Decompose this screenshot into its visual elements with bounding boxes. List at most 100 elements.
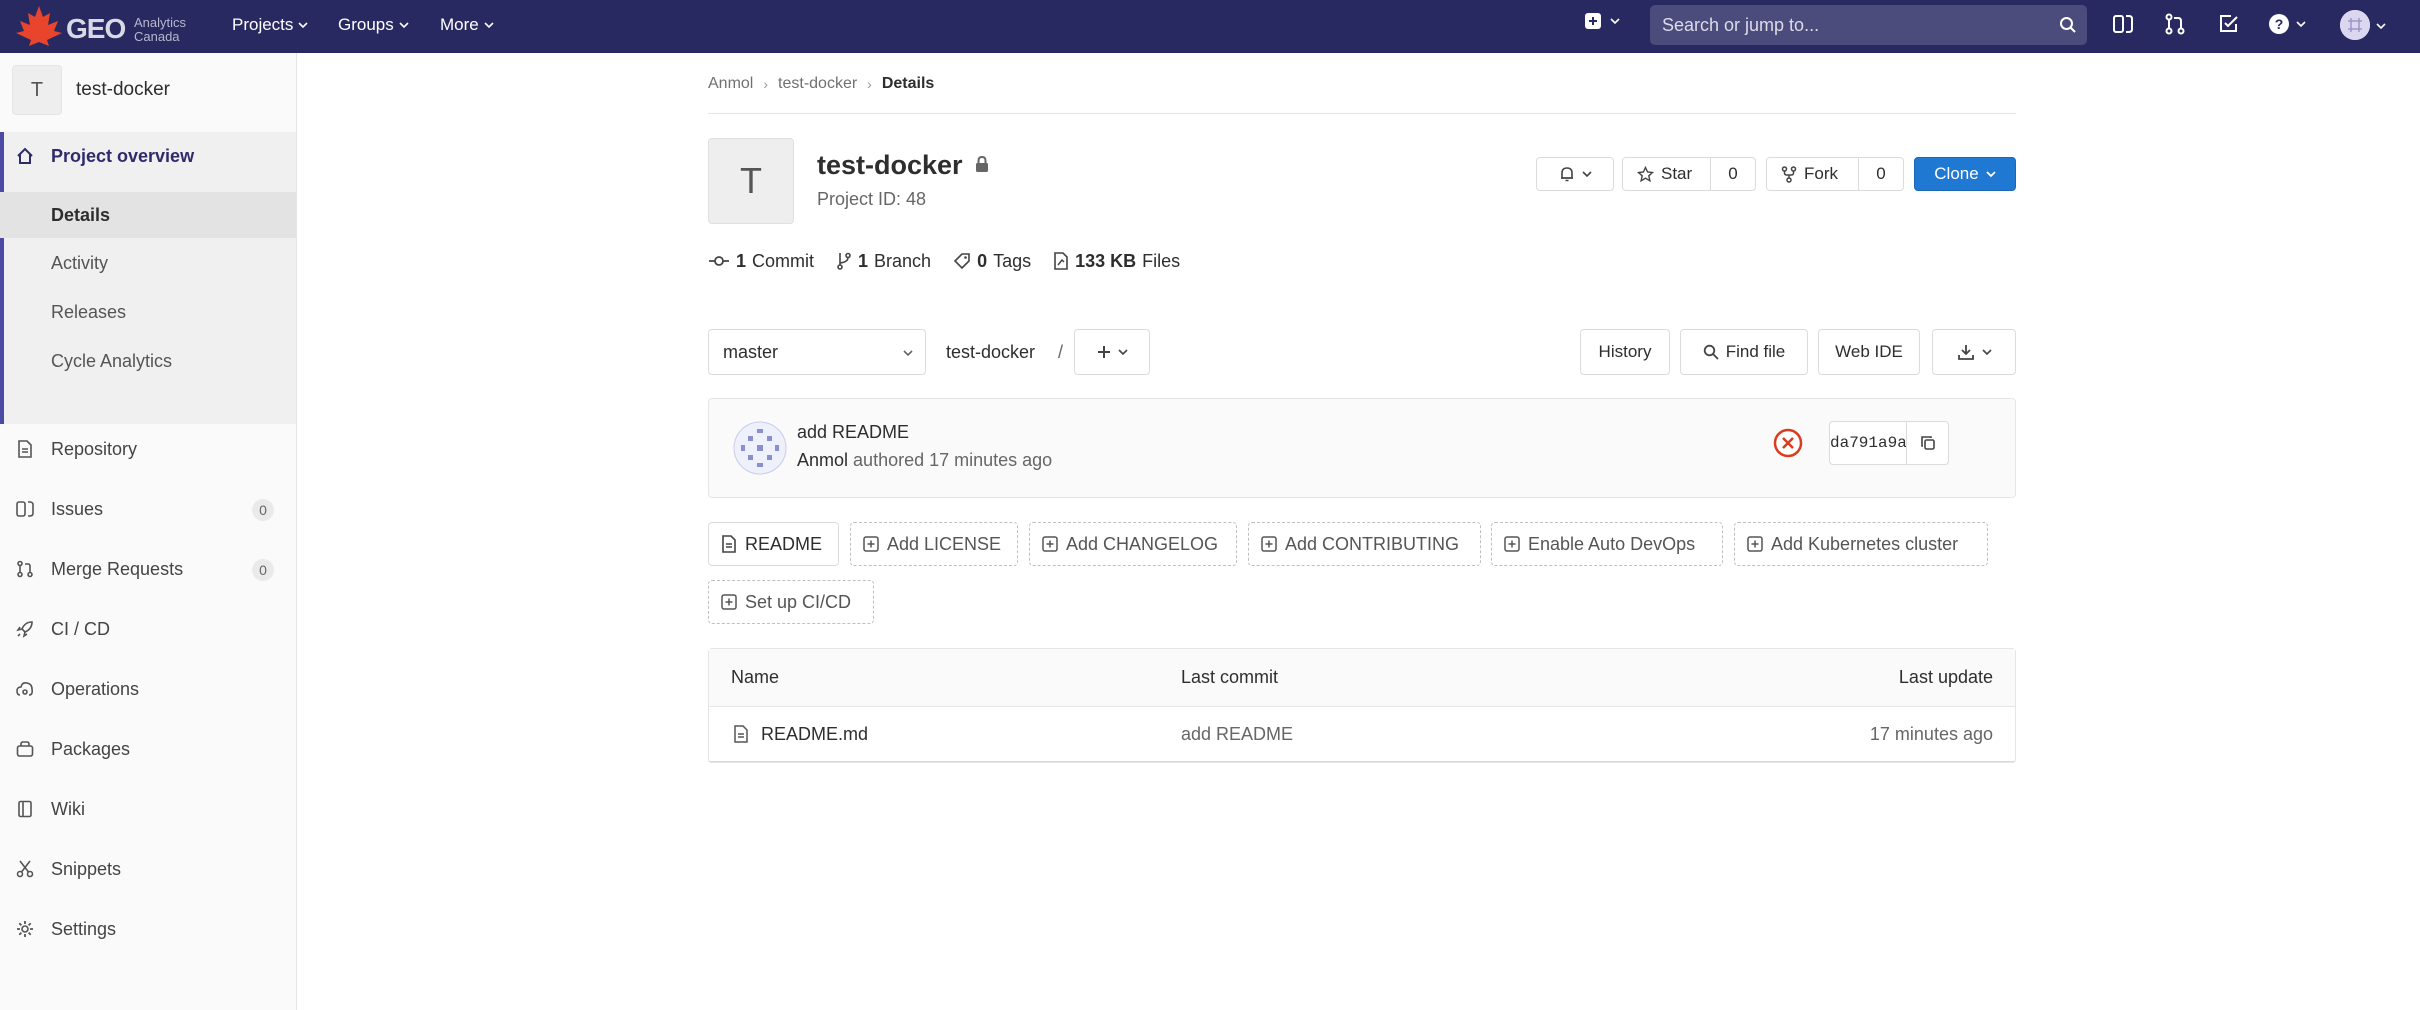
nav-groups-dropdown[interactable]: Groups	[338, 13, 409, 37]
readme-button[interactable]: README	[708, 522, 839, 566]
enable-auto-devops-label: Enable Auto DevOps	[1528, 533, 1696, 554]
issues-icon[interactable]	[2112, 13, 2134, 35]
chevron-down-icon	[2296, 21, 2306, 28]
history-button[interactable]: History	[1580, 329, 1670, 375]
plus-square-icon	[863, 536, 879, 552]
sidebar-item-wiki[interactable]: Wiki	[0, 789, 296, 829]
nav-groups-label: Groups	[338, 15, 394, 34]
project-id: Project ID: 48	[817, 189, 927, 209]
sidebar-subitem-activity[interactable]: Activity	[0, 240, 296, 286]
star-button[interactable]: Star 0	[1622, 157, 1756, 191]
web-ide-button[interactable]: Web IDE	[1818, 329, 1920, 375]
fork-count[interactable]: 0	[1858, 158, 1903, 190]
sidebar-item-operations[interactable]: Operations	[0, 669, 296, 709]
enable-auto-devops-button[interactable]: Enable Auto DevOps	[1491, 522, 1723, 566]
copy-sha-button[interactable]	[1906, 422, 1949, 464]
files-stat-link[interactable]: 133 KB Files	[1053, 251, 1180, 272]
table-row[interactable]: README.md add README 17 minutes ago	[709, 707, 2015, 762]
sidebar-item-label: Packages	[51, 738, 131, 759]
notification-settings-button[interactable]	[1536, 157, 1614, 191]
sidebar-item-repository[interactable]: Repository	[0, 429, 296, 469]
plus-square-icon	[1261, 536, 1277, 552]
branches-stat-link[interactable]: 1 Branch	[836, 251, 931, 272]
fork-button[interactable]: Fork 0	[1766, 157, 1904, 191]
sidebar-item-packages[interactable]: Packages	[0, 729, 296, 769]
maple-leaf-icon	[16, 6, 62, 46]
nav-projects-dropdown[interactable]: Projects	[232, 13, 308, 37]
commit-author-link[interactable]: Anmol	[797, 450, 848, 470]
commits-stat-link[interactable]: 1 Commit	[708, 251, 814, 272]
commit-title-link[interactable]: add README	[797, 422, 909, 443]
chevron-down-icon	[484, 22, 494, 29]
branch-icon	[837, 252, 851, 270]
sidebar-subitem-cycle-analytics[interactable]: Cycle Analytics	[0, 338, 296, 384]
sidebar-subitem-details[interactable]: Details	[0, 192, 296, 238]
sidebar-project-name: test-docker	[76, 79, 170, 100]
commit-sha-link[interactable]: da791a9a	[1830, 422, 1907, 464]
sidebar-subitem-label: Activity	[51, 253, 109, 273]
sidebar-item-merge-requests[interactable]: Merge Requests 0	[0, 549, 296, 589]
fork-icon	[1781, 165, 1797, 183]
nav-more-dropdown[interactable]: More	[440, 13, 494, 37]
branch-dropdown[interactable]: master	[708, 329, 926, 375]
user-avatar[interactable]	[2340, 10, 2370, 40]
tags-stat-link[interactable]: 0 Tags	[953, 251, 1031, 272]
add-kubernetes-cluster-button[interactable]: Add Kubernetes cluster	[1734, 522, 1988, 566]
search-input[interactable]	[1650, 5, 2054, 45]
breadcrumb-item-project[interactable]: test-docker	[778, 75, 857, 93]
file-last-commit-link[interactable]: add README	[1181, 724, 1293, 745]
sidebar-project-header[interactable]: T test-docker	[0, 53, 296, 129]
files-size: 133 KB	[1075, 250, 1137, 271]
chevron-down-icon	[399, 22, 409, 29]
pipeline-failed-icon[interactable]	[1773, 428, 1803, 458]
setup-cicd-button[interactable]: Set up CI/CD	[708, 580, 874, 624]
breadcrumb-item-namespace[interactable]: Anmol	[708, 75, 753, 93]
sidebar-item-settings[interactable]: Settings	[0, 909, 296, 949]
search-icon[interactable]	[2059, 16, 2077, 34]
add-license-button[interactable]: Add LICENSE	[850, 522, 1018, 566]
geo-analytics-logo[interactable]: GEO Analytics Canada	[14, 4, 204, 48]
star-count[interactable]: 0	[1710, 158, 1755, 190]
package-icon	[16, 741, 34, 757]
find-file-button[interactable]: Find file	[1680, 329, 1808, 375]
add-changelog-button[interactable]: Add CHANGELOG	[1029, 522, 1237, 566]
sidebar-item-label: Project overview	[51, 145, 195, 166]
commit-author-avatar[interactable]	[733, 421, 787, 475]
chevron-down-icon[interactable]	[2376, 21, 2386, 31]
download-dropdown-button[interactable]	[1932, 329, 2016, 375]
sidebar-subitem-label: Cycle Analytics	[51, 351, 173, 371]
new-item-dropdown[interactable]	[1584, 12, 1620, 30]
commit-icon	[709, 256, 729, 266]
sidebar-item-issues[interactable]: Issues 0	[0, 489, 296, 529]
breadcrumb-item-current[interactable]: Details	[882, 75, 934, 93]
chevron-down-icon	[1581, 171, 1592, 178]
sidebar-item-project-overview[interactable]: Project overview	[0, 136, 296, 176]
sidebar-subitem-releases[interactable]: Releases	[0, 289, 296, 335]
repo-path-root[interactable]: test-docker	[946, 342, 1035, 363]
lock-icon	[976, 155, 988, 172]
add-to-tree-dropdown[interactable]	[1074, 329, 1150, 375]
clone-dropdown-button[interactable]: Clone	[1914, 157, 2016, 191]
issues-count-badge: 0	[252, 499, 274, 521]
home-icon	[17, 147, 33, 164]
commit-authored-time: authored 17 minutes ago	[853, 450, 1053, 470]
divider	[708, 113, 2016, 114]
star-icon	[1637, 165, 1654, 182]
sidebar-item-label: CI / CD	[51, 618, 111, 639]
merge-requests-count-badge: 0	[252, 559, 274, 581]
issues-icon	[16, 501, 34, 517]
file-name-link[interactable]: README.md	[761, 724, 868, 745]
todo-icon[interactable]	[2218, 13, 2240, 35]
sidebar-item-label: Issues	[51, 498, 104, 519]
branches-label: Branch	[874, 250, 932, 271]
chevron-down-icon	[1986, 171, 1996, 178]
rocket-icon	[16, 621, 33, 638]
sidebar-item-cicd[interactable]: CI / CD	[0, 609, 296, 649]
sidebar-item-label: Settings	[51, 918, 117, 939]
add-contributing-button[interactable]: Add CONTRIBUTING	[1248, 522, 1481, 566]
sidebar-item-snippets[interactable]: Snippets	[0, 849, 296, 889]
chevron-right-icon: ›	[763, 76, 769, 92]
help-dropdown[interactable]: ?	[2268, 13, 2306, 35]
merge-request-icon[interactable]	[2164, 13, 2186, 35]
project-sidebar: T test-docker Project overview Details A…	[0, 53, 297, 1010]
